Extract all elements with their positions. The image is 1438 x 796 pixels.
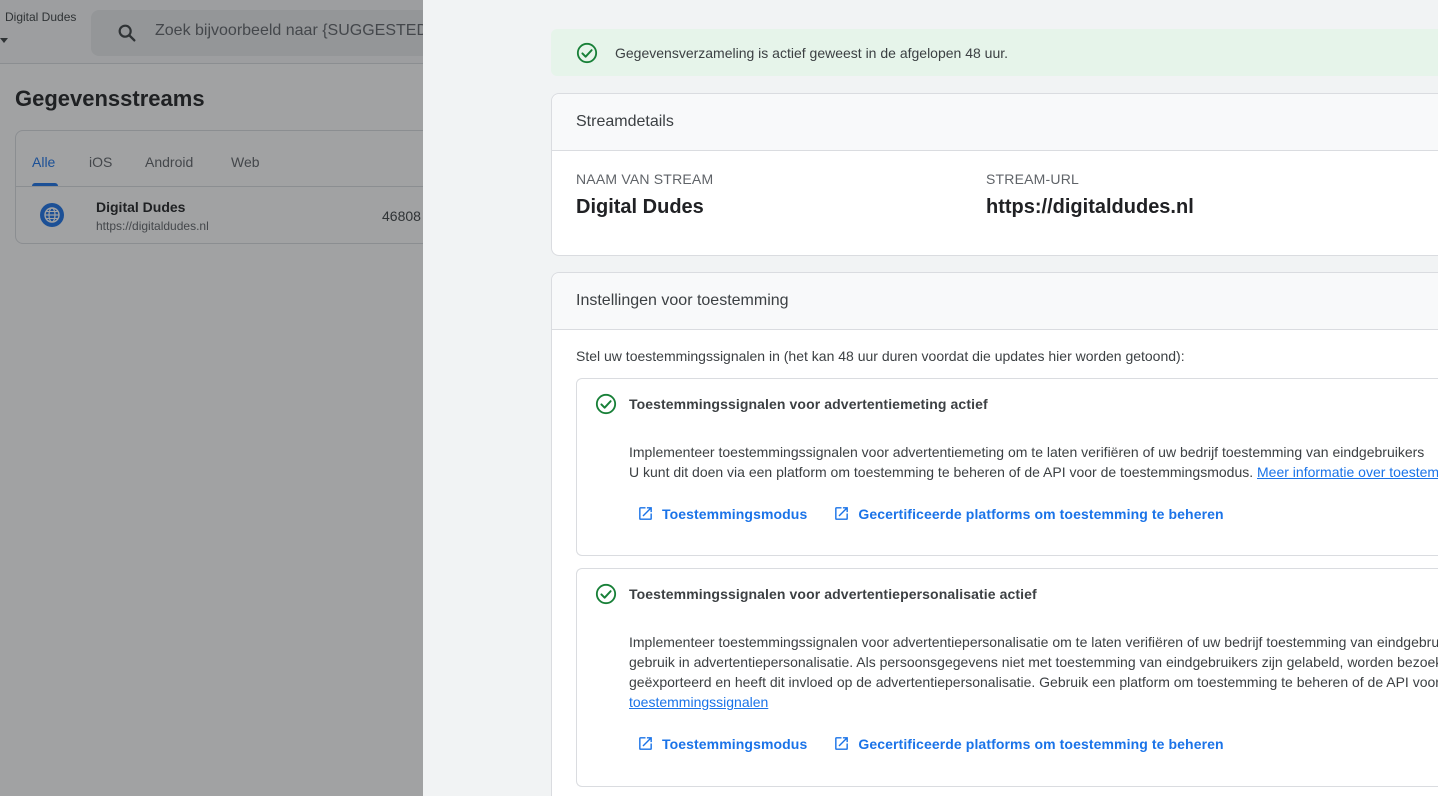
open-in-new-icon <box>639 507 652 520</box>
card-header: Instellingen voor toestemming <box>552 273 1438 330</box>
description-line: Implementeer toestemmingssignalen voor a… <box>629 634 1438 650</box>
consent-description: Implementeer toestemmingssignalen voor a… <box>629 442 1438 482</box>
description-line: geëxporteerd en heeft dit invloed op de … <box>629 674 1438 690</box>
stream-name-label: NAAM VAN STREAM <box>576 171 714 187</box>
consent-intro: Stel uw toestemmingssignalen in (het kan… <box>576 348 1185 364</box>
consent-signals-link[interactable]: toestemmingssignalen <box>629 694 768 710</box>
ad-measurement-consent: Toestemmingssignalen voor advertentiemet… <box>576 378 1438 556</box>
description-text: U kunt dit doen via een platform om toes… <box>629 464 1258 480</box>
open-in-new-icon <box>835 737 849 750</box>
card-title: Streamdetails <box>576 113 674 130</box>
consent-mode-link[interactable]: Toestemmingsmodus <box>637 505 807 522</box>
consent-actions: Toestemmingsmodus Gecertificeerde platfo… <box>637 505 1224 522</box>
consent-actions: Toestemmingsmodus Gecertificeerde platfo… <box>637 735 1224 752</box>
action-label: Gecertificeerde platforms om toestemming… <box>858 735 1224 752</box>
consent-title: Toestemmingssignalen voor advertentiemet… <box>629 396 988 412</box>
certified-platforms-link[interactable]: Gecertificeerde platforms om toestemming… <box>833 505 1224 522</box>
action-label: Gecertificeerde platforms om toestemming… <box>858 505 1224 522</box>
check-circle-icon <box>595 393 617 415</box>
check-circle-icon <box>595 583 617 605</box>
card-header: Streamdetails <box>552 94 1438 151</box>
consent-mode-link[interactable]: Toestemmingsmodus <box>637 735 807 752</box>
description-line: Implementeer toestemmingssignalen voor a… <box>629 444 1425 460</box>
stream-url-value: https://digitaldudes.nl <box>986 196 1194 218</box>
consent-description: Implementeer toestemmingssignalen voor a… <box>629 632 1438 712</box>
description-line: toestemmingssignalen <box>629 692 1438 712</box>
consent-settings-card: Instellingen voor toestemming Stel uw to… <box>551 272 1438 796</box>
stream-details-card: Streamdetails NAAM VAN STREAM Digital Du… <box>551 93 1438 256</box>
ad-personalization-consent: Toestemmingssignalen voor advertentieper… <box>576 568 1438 787</box>
status-banner: Gegevensverzameling is actief geweest in… <box>551 29 1438 76</box>
card-title: Instellingen voor toestemming <box>576 292 789 309</box>
description-line: gebruik in advertentiepersonalisatie. Al… <box>629 654 1438 670</box>
banner-text: Gegevensverzameling is actief geweest in… <box>615 45 1009 61</box>
open-in-new-icon <box>835 507 849 520</box>
open-in-new-icon <box>639 737 652 750</box>
certified-platforms-link[interactable]: Gecertificeerde platforms om toestemming… <box>833 735 1224 752</box>
stream-name-value: Digital Dudes <box>576 196 704 218</box>
action-label: Toestemmingsmodus <box>662 735 808 752</box>
check-circle-icon <box>576 42 598 64</box>
action-label: Toestemmingsmodus <box>662 505 808 522</box>
consent-title: Toestemmingssignalen voor advertentieper… <box>629 586 1037 602</box>
stream-url-label: STREAM-URL <box>986 171 1080 187</box>
description-line: U kunt dit doen via een platform om toes… <box>629 462 1438 482</box>
learn-more-link[interactable]: Meer informatie over toestemming <box>1257 464 1438 480</box>
stream-details-panel: Gegevensverzameling is actief geweest in… <box>423 0 1438 796</box>
